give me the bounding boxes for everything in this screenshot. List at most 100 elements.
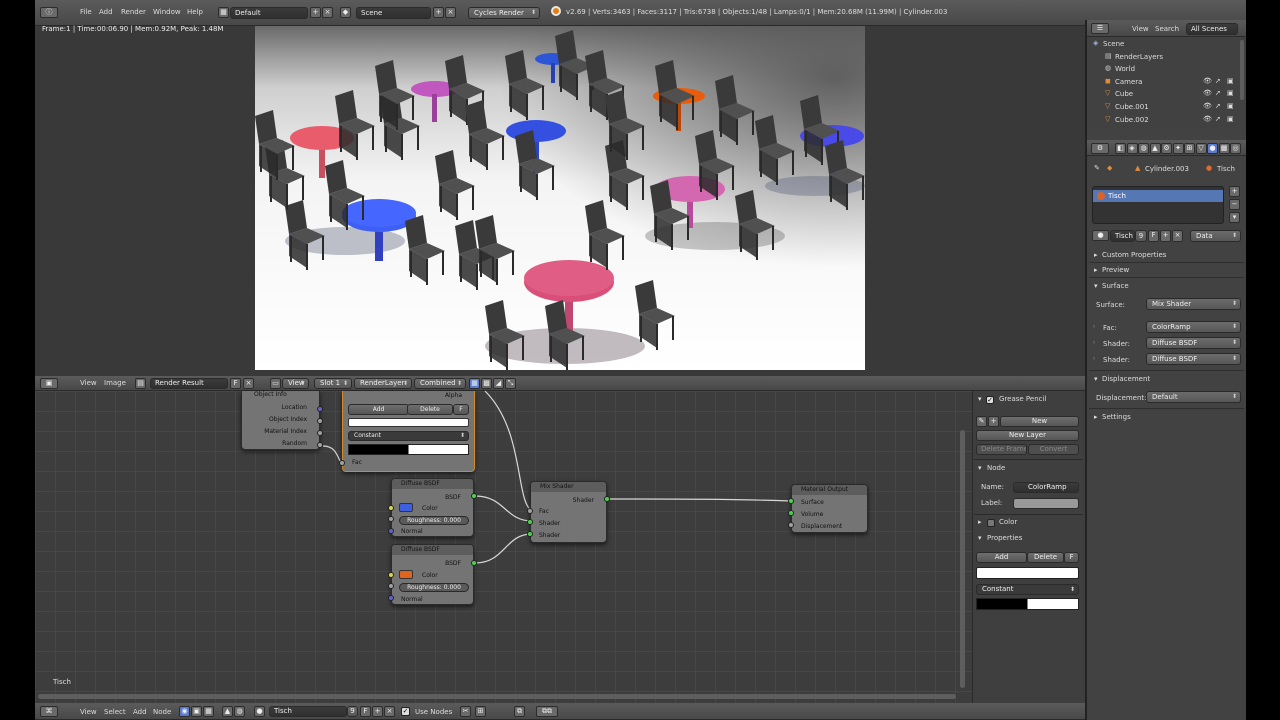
info-editor-icon[interactable]: ⓘ bbox=[40, 7, 58, 18]
slot-specials-icon[interactable]: ▾ bbox=[1229, 212, 1240, 223]
custom-properties-expand-icon[interactable]: ▸ bbox=[1094, 251, 1098, 259]
image-browse-icon[interactable]: ▤ bbox=[135, 378, 146, 389]
socket-mix-shader-a[interactable] bbox=[527, 519, 533, 525]
color-panel-expand-icon[interactable]: ▸ bbox=[978, 518, 982, 526]
material-browse-icon-props[interactable]: ● bbox=[1092, 230, 1109, 241]
node-material-fake-user[interactable]: F bbox=[360, 706, 371, 717]
sidebar-ramp-flip-button[interactable]: F bbox=[1064, 552, 1079, 563]
socket-diffuse-1-roughness[interactable] bbox=[388, 516, 394, 522]
sidebar-ramp-gradient[interactable] bbox=[976, 598, 1079, 610]
sidebar-ramp-active-color[interactable] bbox=[976, 567, 1079, 579]
node-label-field[interactable] bbox=[1013, 498, 1079, 509]
material-add-icon[interactable]: + bbox=[1160, 230, 1171, 242]
outliner-row[interactable]: ▽ Cube.002 👁 ➚ ▣ bbox=[1088, 114, 1238, 126]
node-editor-type-icon[interactable]: ⌘ bbox=[40, 706, 58, 717]
cursor-icon[interactable]: ➚ bbox=[1215, 77, 1221, 85]
draw-channels-icon[interactable]: ▦ bbox=[469, 378, 480, 389]
socket-diffuse-2-normal[interactable] bbox=[388, 595, 394, 601]
node-name-field[interactable]: ColorRamp bbox=[1013, 482, 1079, 493]
outliner-row[interactable]: ▽ Cube.001 👁 ➚ ▣ bbox=[1088, 101, 1238, 113]
socket-colorramp-fac[interactable] bbox=[339, 460, 345, 466]
fac-socket-icon[interactable]: ◦ bbox=[1092, 323, 1096, 331]
node-menu-node[interactable]: Node bbox=[153, 707, 171, 718]
texture-tab-icon[interactable]: ▩ bbox=[1218, 143, 1230, 154]
copy-nodes-icon[interactable]: ⧉ bbox=[514, 706, 525, 717]
camera-render-icon[interactable]: ▣ bbox=[1227, 89, 1234, 97]
socket-mix-shader-b[interactable] bbox=[527, 531, 533, 537]
pin-icon[interactable]: ✎ bbox=[1094, 164, 1100, 172]
image-menu-image[interactable]: Image bbox=[104, 378, 126, 389]
menu-window[interactable]: Window bbox=[153, 7, 181, 18]
world-tab-icon[interactable]: ◍ bbox=[1138, 143, 1149, 154]
texture-nodes-icon[interactable]: ▦ bbox=[203, 706, 214, 717]
outliner-row[interactable]: ▽ Cube 👁 ➚ ▣ bbox=[1088, 88, 1238, 100]
material-browse-icon[interactable]: ● bbox=[254, 706, 265, 717]
material-link-dropdown[interactable]: Data bbox=[1190, 230, 1241, 242]
compositing-nodes-icon[interactable]: ▣ bbox=[191, 706, 202, 717]
gp-new-button[interactable]: New bbox=[1000, 416, 1079, 427]
camera-render-icon[interactable]: ▣ bbox=[1227, 115, 1234, 123]
socket-material-index[interactable] bbox=[317, 430, 323, 436]
cursor-icon[interactable]: ➚ bbox=[1215, 102, 1221, 110]
curve-icon[interactable]: ◢ bbox=[493, 378, 504, 389]
view-dropdown[interactable]: View bbox=[282, 378, 309, 389]
diffuse-bsdf-node-2[interactable]: Diffuse BSDF BSDF Color Roughness: 0.000… bbox=[391, 544, 474, 605]
node-menu-add[interactable]: Add bbox=[133, 707, 147, 718]
outliner-menu-search[interactable]: Search bbox=[1155, 24, 1179, 35]
use-nodes-checkbox[interactable]: ✓ bbox=[401, 707, 410, 716]
surface-expand-icon[interactable]: ▾ bbox=[1094, 282, 1098, 290]
layout-icon[interactable]: ▦ bbox=[218, 7, 229, 18]
node-material-add-icon[interactable]: + bbox=[372, 706, 383, 717]
outliner-menu-view[interactable]: View bbox=[1132, 24, 1149, 35]
node-horizontal-scrollbar[interactable] bbox=[38, 694, 956, 699]
colorramp-active-color[interactable] bbox=[348, 418, 469, 427]
shader2-socket-icon[interactable]: ◦ bbox=[1092, 355, 1096, 363]
grease-pencil-checkbox[interactable]: ✓ bbox=[986, 396, 994, 404]
material-output-node[interactable]: Material Output Surface Volume Displacem… bbox=[791, 484, 868, 533]
settings-panel[interactable]: Settings bbox=[1102, 413, 1131, 421]
material-name-field[interactable]: Tisch bbox=[1110, 230, 1135, 242]
alpha-icon[interactable]: ▩ bbox=[481, 378, 492, 389]
render-pass-dropdown[interactable]: Combined bbox=[414, 378, 466, 389]
properties-panel-expand-icon[interactable]: ▾ bbox=[978, 534, 982, 542]
render-layer-dropdown[interactable]: RenderLayer bbox=[354, 378, 412, 389]
grease-pencil-expand-icon[interactable]: ▾ bbox=[978, 395, 982, 403]
image-fake-user-icon[interactable]: F bbox=[230, 378, 241, 389]
mesh-tab-icon[interactable]: ▽ bbox=[1195, 143, 1207, 154]
colorramp-interpolation[interactable]: Constant bbox=[348, 431, 469, 441]
material-users-count[interactable]: 9 bbox=[1135, 230, 1147, 242]
node-panel-expand-icon[interactable]: ▾ bbox=[978, 464, 982, 472]
sidebar-ramp-add-button[interactable]: Add bbox=[976, 552, 1027, 563]
outliner-type-icon[interactable]: ☰ bbox=[1091, 23, 1109, 34]
outliner-display-mode[interactable]: All Scenes bbox=[1186, 23, 1238, 35]
outliner-row[interactable]: ▤ RenderLayers bbox=[1088, 51, 1238, 63]
render-engine-dropdown[interactable]: Cycles Render bbox=[468, 7, 540, 19]
cursor-icon[interactable]: ➚ bbox=[1215, 89, 1221, 97]
socket-output-volume[interactable] bbox=[788, 510, 794, 516]
gp-brush-icon[interactable]: ✎ bbox=[976, 416, 987, 427]
fac-input-dropdown[interactable]: ColorRamp bbox=[1146, 321, 1241, 333]
socket-diffuse-1-normal[interactable] bbox=[388, 528, 394, 534]
slot-add-icon[interactable]: + bbox=[1229, 186, 1240, 197]
scene-add-icon[interactable]: + bbox=[433, 7, 444, 18]
eye-icon[interactable]: 👁 bbox=[1203, 102, 1212, 110]
shader-nodes-icon[interactable]: ◉ bbox=[179, 706, 190, 717]
image-menu-view[interactable]: View bbox=[80, 378, 97, 389]
node-menu-select[interactable]: Select bbox=[104, 707, 126, 718]
node-material-selector[interactable]: Tisch bbox=[269, 706, 347, 717]
constraints-tab-icon[interactable]: ⚙ bbox=[1161, 143, 1172, 154]
sidebar-ramp-delete-button[interactable]: Delete bbox=[1027, 552, 1064, 563]
mix-shader-node[interactable]: Mix Shader Shader Fac Shader Shader bbox=[530, 481, 607, 543]
render-tab-icon[interactable]: ◧ bbox=[1115, 143, 1126, 154]
outliner-row[interactable]: ◍ World bbox=[1088, 63, 1238, 75]
object-info-node[interactable]: Object Info Location Object Index Materi… bbox=[241, 391, 320, 450]
menu-file[interactable]: File bbox=[80, 7, 92, 18]
preview-panel[interactable]: Preview bbox=[1102, 266, 1129, 274]
material-unlink-icon[interactable]: × bbox=[1172, 230, 1183, 242]
layout-remove-icon[interactable]: × bbox=[322, 7, 333, 18]
modifiers-tab-icon[interactable]: ✦ bbox=[1172, 143, 1184, 154]
layout-add-icon[interactable]: + bbox=[310, 7, 321, 18]
socket-location[interactable] bbox=[317, 406, 323, 412]
node-material-users[interactable]: 9 bbox=[347, 706, 358, 717]
node-material-unlink-icon[interactable]: × bbox=[384, 706, 395, 717]
